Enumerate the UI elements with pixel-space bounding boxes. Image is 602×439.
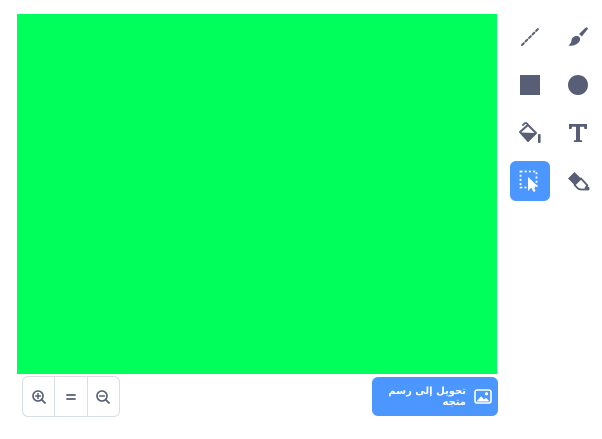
select-tool[interactable] — [510, 161, 550, 201]
zoom-out-button[interactable] — [88, 377, 119, 416]
paint-canvas[interactable] — [17, 14, 497, 374]
rectangle-tool[interactable] — [510, 65, 550, 105]
eraser-icon — [568, 172, 590, 191]
zoom-in-icon — [31, 389, 46, 404]
select-icon — [519, 170, 538, 192]
zoom-controls — [22, 376, 120, 417]
image-icon — [474, 389, 492, 404]
equals-icon — [66, 393, 76, 400]
fill-tool[interactable] — [510, 113, 550, 153]
text-icon — [569, 124, 587, 142]
convert-to-vector-button[interactable]: تحويل إلى رسم متجه — [372, 377, 498, 416]
zoom-out-icon — [96, 389, 111, 404]
circle-tool[interactable] — [558, 65, 598, 105]
zoom-reset-button[interactable] — [55, 377, 88, 416]
zoom-in-button[interactable] — [23, 377, 56, 416]
brush-icon — [568, 27, 588, 46]
fill-bucket-icon — [519, 122, 541, 143]
line-icon — [521, 28, 539, 46]
line-tool[interactable] — [510, 17, 550, 57]
eraser-tool[interactable] — [558, 161, 598, 201]
text-tool[interactable] — [558, 113, 598, 153]
brush-tool[interactable] — [558, 17, 598, 57]
rectangle-icon — [520, 75, 540, 95]
circle-icon — [568, 75, 588, 95]
convert-button-label: تحويل إلى رسم متجه — [388, 385, 466, 408]
